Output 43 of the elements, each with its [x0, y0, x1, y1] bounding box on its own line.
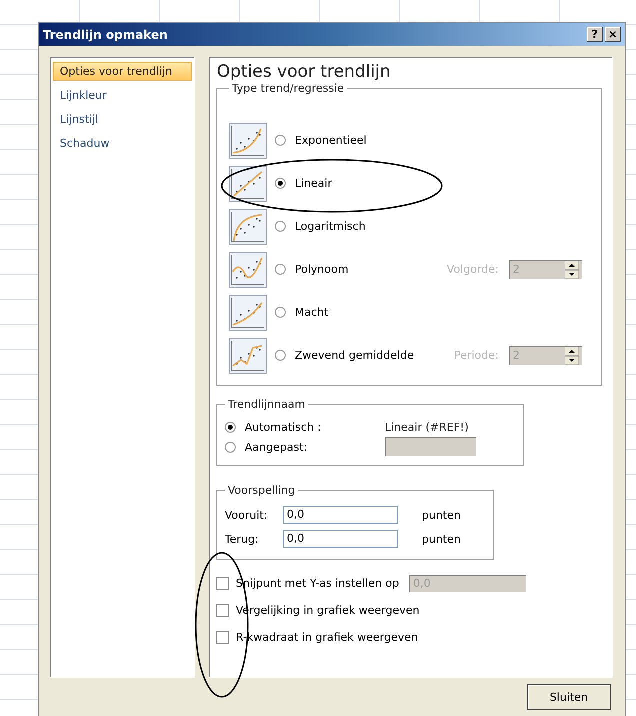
group-label: Type trend/regressie: [231, 82, 346, 95]
checkbox[interactable]: [216, 631, 229, 644]
spinner-arrows-icon[interactable]: [565, 346, 579, 364]
group-label: Trendlijnnaam: [227, 398, 306, 411]
spinner-arrows-icon[interactable]: [565, 260, 579, 278]
unit-label: punten: [422, 532, 461, 546]
sidebar-item[interactable]: Opties voor trendlijn: [53, 62, 192, 81]
radio-button[interactable]: [275, 264, 286, 275]
radio-button[interactable]: [275, 307, 286, 318]
radio-option[interactable]: Aangepast:: [225, 440, 385, 454]
trend-chart-icon[interactable]: [229, 166, 267, 202]
input-field[interactable]: 0,0: [283, 506, 398, 524]
sidebar-item[interactable]: Lijnkleur: [53, 86, 192, 105]
window-title: Trendlijn opmaken: [43, 28, 168, 42]
unit-label: punten: [422, 508, 461, 522]
field-label: Terug:: [225, 532, 260, 546]
field-label: Vooruit:: [225, 508, 269, 522]
panel-heading: Opties voor trendlijn: [217, 62, 392, 82]
radio-button[interactable]: [275, 221, 286, 232]
auto-name-text: Lineair (#REF!): [385, 420, 469, 434]
sidebar-item[interactable]: Lijnstijl: [53, 110, 192, 129]
radio-button[interactable]: [275, 350, 286, 361]
spinner-label: Volgorde:: [447, 263, 499, 276]
radio-option[interactable]: Zwevend gemiddelde: [275, 349, 414, 362]
radio-option[interactable]: Exponentieel: [275, 134, 367, 147]
radio-button[interactable]: [225, 442, 236, 452]
radio-button[interactable]: [225, 422, 236, 432]
radio-option[interactable]: Automatisch :: [225, 420, 385, 434]
close-button[interactable]: ×: [605, 27, 621, 42]
sidebar-item[interactable]: Schaduw: [53, 134, 192, 153]
close-dialog-button[interactable]: Sluiten: [527, 684, 611, 710]
radio-option[interactable]: Lineair: [275, 177, 332, 190]
input-field[interactable]: 0,0: [283, 530, 398, 548]
checkbox[interactable]: [216, 604, 229, 617]
radio-option[interactable]: Macht: [275, 306, 329, 319]
group-label: Voorspelling: [227, 484, 296, 497]
radio-option[interactable]: Polynoom: [275, 263, 349, 276]
spinner-label: Periode:: [454, 349, 499, 362]
radio-button[interactable]: [275, 135, 286, 146]
radio-option[interactable]: Logaritmisch: [275, 220, 366, 233]
radio-button[interactable]: [275, 178, 286, 189]
help-button[interactable]: ?: [587, 27, 603, 42]
checkbox[interactable]: [216, 577, 229, 590]
